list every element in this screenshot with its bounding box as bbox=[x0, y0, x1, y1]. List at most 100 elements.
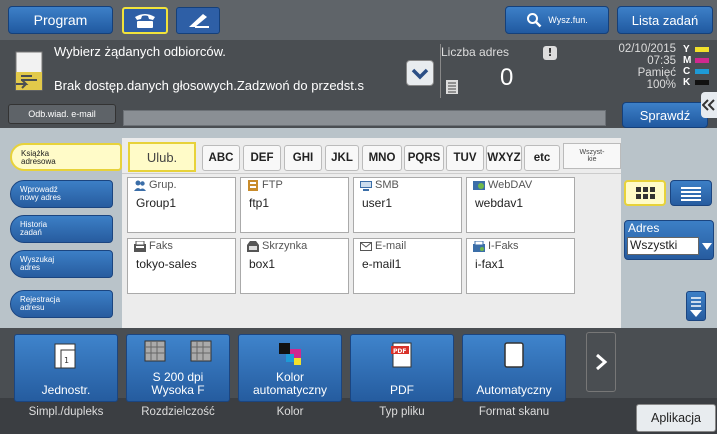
index-all-line1: Wszyst- bbox=[579, 149, 605, 156]
simplex-caption: Simpl./dupleks bbox=[28, 406, 104, 418]
webdav-icon bbox=[473, 180, 485, 190]
destination-input[interactable] bbox=[123, 110, 606, 126]
status-message-line1: Wybierz żądanych odbiorców. bbox=[54, 44, 226, 59]
tab-search-address[interactable]: Wyszukaj adres bbox=[10, 250, 113, 278]
tab-address-book[interactable]: Książka adresowa bbox=[10, 143, 122, 171]
address-card[interactable]: Grup. Group1 bbox=[127, 177, 236, 233]
scan-size-value: Automatyczny bbox=[476, 383, 552, 397]
index-pqrs[interactable]: PQRS bbox=[404, 145, 444, 171]
tab-favorites[interactable]: Ulub. bbox=[128, 142, 196, 172]
card-name: user1 bbox=[362, 196, 393, 210]
grid-icon bbox=[636, 187, 655, 199]
simplex-icon: 1 bbox=[54, 343, 76, 369]
group-icon bbox=[134, 180, 146, 191]
tab-job-history[interactable]: Historia zadań bbox=[10, 215, 113, 243]
address-card[interactable]: E-mail e-mail1 bbox=[353, 238, 462, 294]
card-type-label: Skrzynka bbox=[262, 240, 308, 252]
program-button[interactable]: Program bbox=[8, 6, 113, 34]
email-icon bbox=[360, 241, 372, 251]
card-name: webdav1 bbox=[475, 196, 524, 210]
list-view-button[interactable] bbox=[670, 180, 712, 206]
tab-new-address[interactable]: Wprowadź nowy adres bbox=[10, 180, 113, 208]
box-icon bbox=[247, 240, 259, 252]
toner-c: C bbox=[683, 66, 713, 77]
color-button[interactable]: Kolor automatyczny bbox=[238, 334, 342, 402]
email-recipient-button[interactable]: Odb.wiad. e-mail bbox=[8, 104, 116, 124]
smb-icon bbox=[360, 180, 372, 191]
next-functions-button[interactable] bbox=[586, 332, 616, 392]
card-name: Group1 bbox=[136, 196, 177, 210]
index-ghi[interactable]: GHI bbox=[284, 145, 322, 171]
more-options-button[interactable] bbox=[686, 291, 706, 321]
dropdown-arrow-icon bbox=[702, 243, 712, 250]
chevron-down-icon bbox=[411, 68, 429, 80]
grid-view-button[interactable] bbox=[624, 180, 666, 206]
simplex-value: Jednostr. bbox=[41, 383, 91, 397]
card-type-label: E-mail bbox=[375, 240, 407, 252]
double-chevron-left-icon bbox=[702, 99, 715, 111]
svg-text:1: 1 bbox=[64, 356, 69, 365]
index-all-line2: kie bbox=[587, 156, 597, 163]
function-search-label: Wysz.fun. bbox=[548, 15, 588, 25]
address-filter-label: Adres bbox=[628, 221, 660, 235]
address-card[interactable]: I-Faks i-fax1 bbox=[466, 238, 575, 294]
scan-size-button[interactable]: Automatyczny bbox=[462, 334, 566, 402]
card-name: ftp1 bbox=[249, 196, 270, 210]
tab-register-address[interactable]: Rejestracja adresu bbox=[10, 290, 113, 318]
color-icon bbox=[279, 343, 301, 365]
tab-label-line2: adresu bbox=[20, 303, 45, 312]
address-card[interactable]: FTP ftp1 bbox=[240, 177, 349, 233]
memory-label: Pamięć bbox=[637, 67, 676, 79]
menu-down-icon bbox=[690, 297, 702, 317]
address-card[interactable]: WebDAV webdav1 bbox=[466, 177, 575, 233]
card-type-label: I-Faks bbox=[488, 240, 519, 252]
scan-size-caption: Format skanu bbox=[478, 406, 550, 418]
index-wxyz[interactable]: WXYZ bbox=[486, 145, 522, 171]
resolution-icon bbox=[144, 340, 212, 362]
function-search-button[interactable]: Wysz.fun. bbox=[505, 6, 609, 34]
fax-mode-button[interactable] bbox=[122, 7, 168, 34]
collapse-panel-button[interactable] bbox=[701, 92, 717, 118]
card-type-label: Faks bbox=[149, 240, 173, 252]
index-abc[interactable]: ABC bbox=[202, 145, 240, 171]
check-button[interactable]: Sprawdź bbox=[622, 102, 708, 128]
address-filter-select[interactable]: Wszystki bbox=[627, 237, 699, 255]
color-value: Kolor automatyczny bbox=[252, 370, 328, 397]
pdf-icon: PDF bbox=[391, 342, 412, 368]
tab-label-line2: adresowa bbox=[21, 157, 56, 166]
fax-icon bbox=[134, 240, 146, 252]
scan-size-icon bbox=[504, 342, 524, 368]
warning-icon[interactable]: ! bbox=[543, 46, 557, 60]
address-card[interactable]: SMB user1 bbox=[353, 177, 462, 233]
index-jkl[interactable]: JKL bbox=[325, 145, 359, 171]
line-mode-button[interactable] bbox=[176, 7, 220, 34]
resolution-button[interactable]: S 200 dpi Wysoka F bbox=[126, 334, 230, 402]
list-icon bbox=[681, 187, 701, 201]
index-mno[interactable]: MNO bbox=[362, 145, 402, 171]
address-count-label: Liczba adres bbox=[441, 45, 510, 59]
chevron-right-icon bbox=[596, 353, 608, 371]
card-name: box1 bbox=[249, 257, 276, 271]
card-name: tokyo-sales bbox=[136, 257, 197, 271]
card-type-label: WebDAV bbox=[488, 179, 533, 191]
expand-message-button[interactable] bbox=[406, 60, 434, 86]
index-def[interactable]: DEF bbox=[243, 145, 281, 171]
file-type-value: PDF bbox=[390, 383, 414, 397]
search-icon bbox=[527, 13, 542, 28]
card-type-label: FTP bbox=[262, 179, 283, 191]
job-list-button[interactable]: Lista zadań bbox=[617, 6, 713, 34]
index-all[interactable]: Wszyst- kie bbox=[563, 143, 621, 169]
address-card[interactable]: Skrzynka box1 bbox=[240, 238, 349, 294]
address-card[interactable]: Faks tokyo-sales bbox=[127, 238, 236, 294]
datetime-block: 02/10/2015 07:35 Pamięć 100% bbox=[612, 43, 676, 91]
index-tuv[interactable]: TUV bbox=[446, 145, 484, 171]
resolution-value: S 200 dpi Wysoka F bbox=[151, 370, 205, 397]
file-type-button[interactable]: PDF PDF bbox=[350, 334, 454, 402]
simplex-duplex-button[interactable]: 1 Jednostr. bbox=[14, 334, 118, 402]
application-button[interactable]: Aplikacja bbox=[636, 404, 716, 432]
index-etc[interactable]: etc bbox=[524, 145, 560, 171]
address-list-icon bbox=[446, 80, 458, 94]
color-caption: Kolor bbox=[276, 406, 304, 418]
time-text: 07:35 bbox=[647, 55, 676, 67]
file-type-caption: Typ pliku bbox=[379, 406, 425, 418]
